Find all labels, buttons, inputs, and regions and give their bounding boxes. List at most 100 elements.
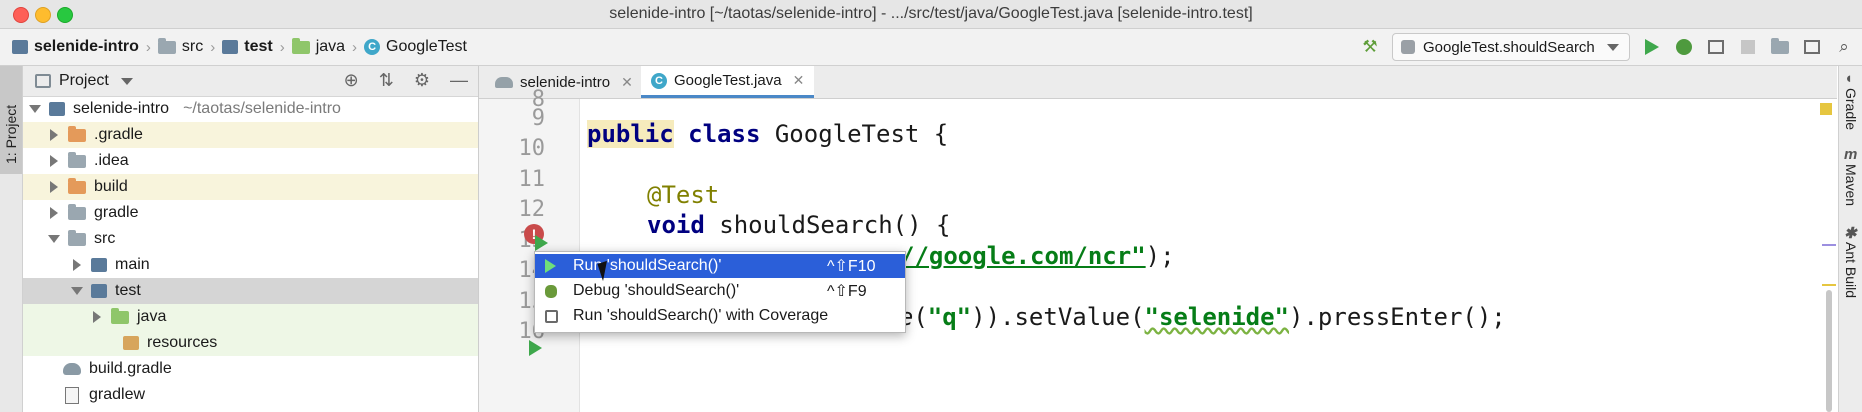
breadcrumb-label: src (181, 38, 204, 55)
expanded-arrow-icon (71, 287, 83, 295)
tree-item-label: gradlew (89, 386, 146, 403)
ant-icon: ✱ (1844, 225, 1857, 242)
tree-item-gradlew[interactable]: gradlew (23, 382, 478, 408)
popup-item-coverage[interactable]: Run 'shouldSearch()' with Coverage (535, 304, 905, 328)
class-icon: C (651, 72, 667, 89)
stop-icon (1741, 40, 1755, 54)
breadcrumb-item-test[interactable]: test (222, 38, 273, 56)
folder-icon (68, 229, 86, 246)
warning-stripe-marker[interactable] (1822, 284, 1836, 286)
code-line-9: public class GoogleTest { (587, 120, 948, 148)
layout-button[interactable] (1802, 37, 1822, 57)
play-icon (1645, 39, 1659, 55)
tree-item-label: gradle (94, 204, 139, 221)
vertical-scrollbar[interactable] (1826, 290, 1832, 412)
run-configuration-select[interactable]: GoogleTest.shouldSearch (1392, 33, 1630, 61)
build-hammer-icon[interactable]: ⚒ (1360, 37, 1380, 57)
run-test-icon[interactable] (535, 235, 548, 251)
search-button[interactable]: ⌕ (1834, 37, 1854, 57)
maven-tool-tab[interactable]: Maven (1843, 164, 1859, 206)
bug-icon (545, 284, 557, 298)
gear-icon[interactable]: ⚙ (414, 70, 430, 91)
tree-item-label: java (137, 308, 167, 325)
tree-item-gradle-dir[interactable]: .gradle (23, 122, 478, 148)
expanded-arrow-icon (48, 235, 60, 243)
module-icon (12, 40, 28, 54)
bug-icon (1676, 39, 1692, 55)
line-number: 12 (518, 197, 546, 222)
keyword: public (587, 120, 674, 148)
tree-item-test[interactable]: test (23, 278, 478, 304)
close-icon[interactable]: ✕ (793, 72, 805, 89)
gradle-tool-tab[interactable]: Gradle (1843, 88, 1859, 130)
project-tool-tab-label: 1: Project (3, 104, 19, 164)
breadcrumb-item-project[interactable]: selenide-intro (12, 38, 139, 56)
collapse-all-icon[interactable]: ⇅ (379, 70, 394, 91)
tree-item-build[interactable]: build (23, 174, 478, 200)
keyword: class (688, 120, 761, 148)
string-literal: "selenide" (1144, 303, 1290, 331)
left-tool-strip: 1: Project (0, 66, 23, 412)
project-tool-tab[interactable]: 1: Project (0, 66, 22, 174)
tree-item-src[interactable]: src (23, 226, 478, 252)
run-test-icon[interactable] (529, 340, 542, 356)
chevron-right-icon: › (210, 38, 216, 56)
code-line-12: void shouldSearch() { (647, 211, 950, 239)
chevron-right-icon: › (145, 38, 151, 56)
shortcut-hint: ^⇧F9 (827, 283, 867, 300)
code-line-13: //google.com/ncr"); (900, 242, 1175, 270)
close-icon[interactable]: ✕ (621, 74, 633, 91)
breadcrumb-item-class[interactable]: C GoogleTest (364, 38, 467, 56)
run-button[interactable] (1642, 37, 1662, 57)
warning-marker-icon[interactable] (1820, 103, 1832, 115)
collapsed-arrow-icon (73, 259, 81, 271)
project-structure-button[interactable] (1770, 37, 1790, 57)
file-icon (65, 386, 79, 404)
tree-item-label: .gradle (94, 126, 143, 143)
tree-item-project-root[interactable]: selenide-intro ~/taotas/selenide-intro (23, 96, 478, 122)
project-view-selector[interactable]: Project (35, 72, 133, 90)
tree-item-java[interactable]: java (23, 304, 478, 330)
project-panel-tools: ⊕ ⇅ ⚙ — (344, 70, 468, 91)
title-bar: selenide-intro [~/taotas/selenide-intro]… (0, 0, 1862, 29)
ant-build-tool-tab[interactable]: Ant Build (1843, 242, 1859, 298)
run-context-popup: Run 'shouldSearch()' ^⇧F10 Debug 'should… (534, 251, 906, 333)
tree-item-gradle[interactable]: gradle (23, 200, 478, 226)
popup-item-debug[interactable]: Debug 'shouldSearch()' ^⇧F9 (535, 279, 905, 303)
module-folder-icon (91, 284, 107, 298)
tree-item-build-gradle[interactable]: build.gradle (23, 356, 478, 382)
run-with-coverage-button[interactable] (1706, 37, 1726, 57)
tab-googletest-java[interactable]: C GoogleTest.java ✕ (641, 66, 815, 98)
popup-item-run[interactable]: Run 'shouldSearch()' ^⇧F10 (535, 254, 905, 278)
project-panel: Project ⊕ ⇅ ⚙ — selenide-intro ~/taotas/… (23, 66, 479, 412)
error-stripe-marker[interactable] (1822, 244, 1836, 246)
collapsed-arrow-icon (50, 181, 58, 193)
tree-item-idea[interactable]: .idea (23, 148, 478, 174)
breadcrumb-item-src[interactable]: src (157, 37, 204, 56)
breadcrumb-item-java[interactable]: java (291, 37, 346, 56)
excluded-folder-icon (68, 177, 86, 194)
expanded-arrow-icon (29, 105, 41, 113)
breadcrumb-label: test (244, 38, 273, 55)
folder-icon (68, 203, 86, 220)
tree-item-main[interactable]: main (23, 252, 478, 278)
breadcrumb-label: java (315, 38, 346, 55)
editor-tab-bar: selenide-intro ✕ C GoogleTest.java ✕ (479, 66, 1837, 99)
test-source-folder-icon (291, 37, 310, 54)
panel-icon (35, 74, 51, 88)
module-folder-icon (91, 258, 107, 272)
tree-item-label: .idea (94, 152, 129, 169)
tree-item-label: build.gradle (89, 360, 172, 377)
toolbar-actions: ⚒ GoogleTest.shouldSearch ⌕ (1360, 29, 1854, 65)
breadcrumb-label: selenide-intro (34, 38, 139, 55)
project-path-hint: ~/taotas/selenide-intro (183, 100, 341, 117)
debug-button[interactable] (1674, 37, 1694, 57)
locate-target-icon[interactable]: ⊕ (344, 70, 359, 91)
code-text: ( (913, 303, 928, 331)
code-text: ).pressEnter(); (1289, 303, 1506, 331)
hide-panel-icon[interactable]: — (450, 70, 468, 91)
stop-button[interactable] (1738, 37, 1758, 57)
collapsed-arrow-icon (50, 207, 58, 219)
tree-item-resources[interactable]: resources (23, 330, 478, 356)
run-config-icon (1401, 40, 1415, 54)
